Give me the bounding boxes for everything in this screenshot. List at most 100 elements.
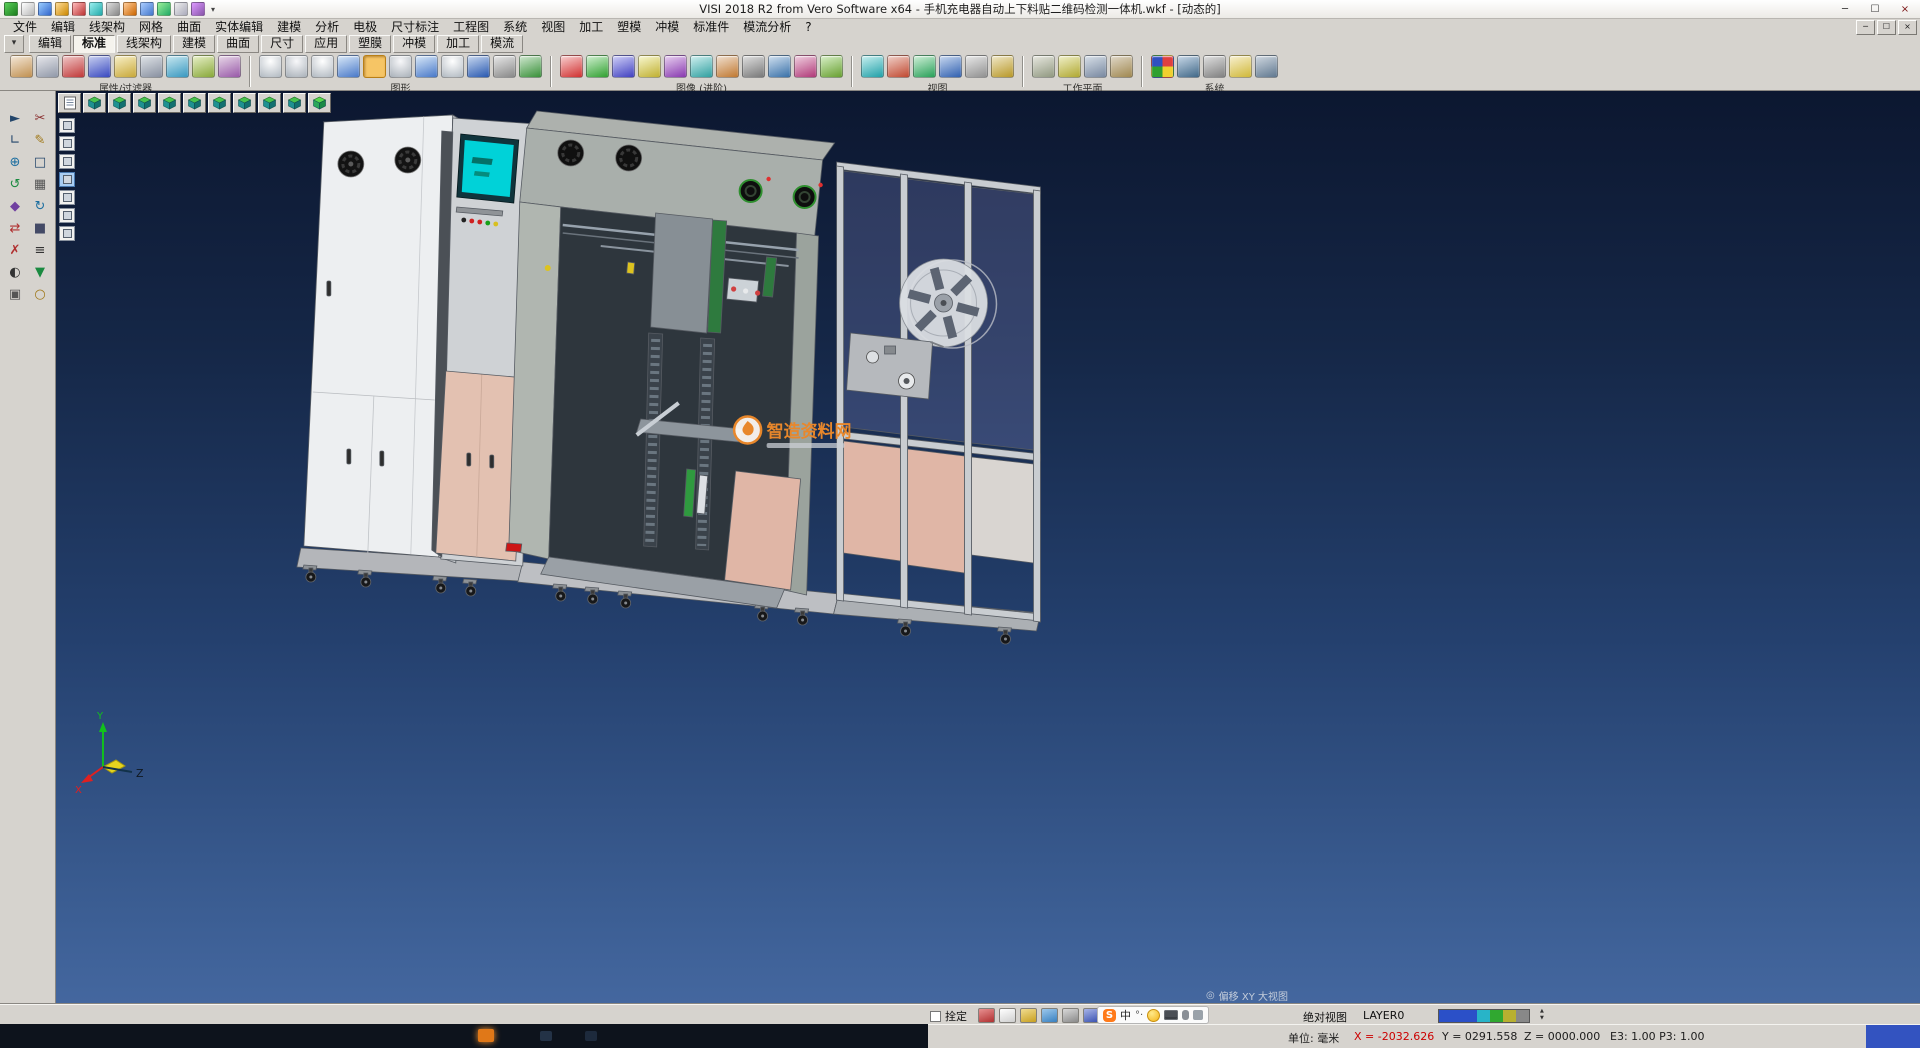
menu-flow-analysis[interactable]: 模流分析	[736, 19, 798, 35]
list-icon[interactable]: ≡	[29, 241, 51, 260]
color-segment[interactable]	[1490, 1010, 1503, 1022]
spinner-up-icon[interactable]: ▲	[1540, 1008, 1544, 1015]
toolbar-icon[interactable]	[965, 55, 988, 78]
print-icon[interactable]	[72, 2, 86, 16]
status-icon[interactable]	[1041, 1008, 1058, 1023]
toolbar-icon[interactable]	[114, 55, 137, 78]
view-cube-button[interactable]	[133, 93, 156, 113]
status-icon[interactable]	[1062, 1008, 1079, 1023]
toolbar-icon[interactable]	[1151, 55, 1174, 78]
filter-button-active[interactable]	[59, 172, 75, 187]
toolbar-icon[interactable]	[1032, 55, 1055, 78]
toolbar-icon[interactable]	[88, 55, 111, 78]
spinner-down-icon[interactable]: ▼	[1540, 1015, 1544, 1022]
toolbar-icon[interactable]	[36, 55, 59, 78]
snap-lock-toggle[interactable]: 拴定	[930, 1008, 967, 1024]
view-cube-button[interactable]	[158, 93, 181, 113]
grid-icon[interactable]: ▦	[29, 175, 51, 194]
sogou-logo-icon[interactable]: S	[1103, 1009, 1116, 1022]
taskbar-icon[interactable]	[540, 1031, 552, 1041]
rectangle-icon[interactable]: □	[29, 153, 51, 172]
layers-icon[interactable]	[174, 2, 188, 16]
menu-dimension[interactable]: 尺寸标注	[384, 19, 446, 35]
filter-button[interactable]	[59, 190, 75, 205]
filter-button[interactable]	[59, 118, 75, 133]
menu-mesh[interactable]: 网格	[132, 19, 170, 35]
menu-view[interactable]: 视图	[534, 19, 572, 35]
menu-analysis[interactable]: 分析	[308, 19, 346, 35]
toolbar-icon[interactable]	[586, 55, 609, 78]
maximize-button[interactable]: ☐	[1860, 0, 1890, 18]
shade-icon[interactable]: ◐	[4, 263, 26, 282]
filter-button[interactable]	[59, 226, 75, 241]
toolbar-icon[interactable]	[166, 55, 189, 78]
toolbar-icon[interactable]	[664, 55, 687, 78]
toolbar-icon[interactable]	[441, 55, 464, 78]
import-icon[interactable]	[140, 2, 154, 16]
toolbar-icon[interactable]	[389, 55, 412, 78]
layer-spinner[interactable]: ▲ ▼	[1540, 1008, 1544, 1022]
trim-icon[interactable]: ✂	[29, 109, 51, 128]
open-file-icon[interactable]	[38, 2, 52, 16]
menu-surface[interactable]: 曲面	[170, 19, 208, 35]
toolbar-icon[interactable]	[638, 55, 661, 78]
menu-solid-edit[interactable]: 实体编辑	[208, 19, 270, 35]
menu-standard-parts[interactable]: 标准件	[686, 19, 736, 35]
tab-flow[interactable]: 模流	[481, 35, 523, 53]
tab-wireframe[interactable]: 线架构	[117, 35, 171, 53]
toolbar-icon[interactable]	[1177, 55, 1200, 78]
sketch-icon[interactable]: ✎	[29, 131, 51, 150]
view-cube-button[interactable]	[183, 93, 206, 113]
toolbar-icon[interactable]	[742, 55, 765, 78]
tab-standard[interactable]: 标准	[73, 35, 115, 53]
toolbar-icon[interactable]	[768, 55, 791, 78]
select-icon[interactable]: ►	[4, 109, 26, 128]
ime-lang-indicator[interactable]: 中	[1120, 1007, 1131, 1023]
view-cube-button[interactable]	[108, 93, 131, 113]
toolbar-icon[interactable]	[1110, 55, 1133, 78]
menu-drawing[interactable]: 工程图	[446, 19, 496, 35]
toolbar-icon[interactable]	[991, 55, 1014, 78]
menu-machining[interactable]: 加工	[572, 19, 610, 35]
toolbar-icon[interactable]	[1229, 55, 1252, 78]
toolbar-icon[interactable]	[690, 55, 713, 78]
toolbar-icon[interactable]	[467, 55, 490, 78]
circle-icon[interactable]: ○	[29, 285, 51, 304]
toolbar-icon[interactable]	[794, 55, 817, 78]
toolbar-icon[interactable]	[1058, 55, 1081, 78]
machine-model[interactable]	[297, 111, 1041, 644]
snap-target-icon[interactable]: ⊕	[4, 153, 26, 172]
filter-button[interactable]	[59, 136, 75, 151]
toolbar-icon[interactable]	[913, 55, 936, 78]
toolbar-icon[interactable]	[259, 55, 282, 78]
child-close-button[interactable]: ×	[1898, 20, 1917, 35]
toolbar-icon[interactable]	[939, 55, 962, 78]
toolbar-icon[interactable]	[140, 55, 163, 78]
toolbar-icon[interactable]	[10, 55, 33, 78]
toolbar-icon[interactable]	[311, 55, 334, 78]
swap-icon[interactable]: ⇄	[4, 219, 26, 238]
view-cube-shaded-button[interactable]	[308, 93, 331, 113]
panel-icon[interactable]: ▣	[4, 285, 26, 304]
view-cube-button[interactable]	[258, 93, 281, 113]
preview-icon[interactable]	[89, 2, 103, 16]
menu-edit[interactable]: 编辑	[44, 19, 82, 35]
toolbar-icon[interactable]	[560, 55, 583, 78]
menu-help[interactable]: ?	[798, 19, 818, 35]
rotate-cw-icon[interactable]: ↻	[29, 197, 51, 216]
toolbar-icon[interactable]	[1203, 55, 1226, 78]
menu-file[interactable]: 文件	[6, 19, 44, 35]
toolbar-icon[interactable]	[285, 55, 308, 78]
toolbar-icon[interactable]	[887, 55, 910, 78]
toolbar-icon[interactable]	[62, 55, 85, 78]
save-icon[interactable]	[55, 2, 69, 16]
toolbar-icon[interactable]	[415, 55, 438, 78]
toolbar-icon[interactable]	[218, 55, 241, 78]
new-file-icon[interactable]	[21, 2, 35, 16]
tabbar-dropdown-icon[interactable]: ▾	[4, 35, 24, 53]
menu-wireframe[interactable]: 线架构	[82, 19, 132, 35]
tab-application[interactable]: 应用	[305, 35, 347, 53]
color-segment[interactable]	[1503, 1010, 1516, 1022]
layer-color-bar[interactable]	[1438, 1009, 1530, 1023]
toolbar-icon[interactable]	[192, 55, 215, 78]
